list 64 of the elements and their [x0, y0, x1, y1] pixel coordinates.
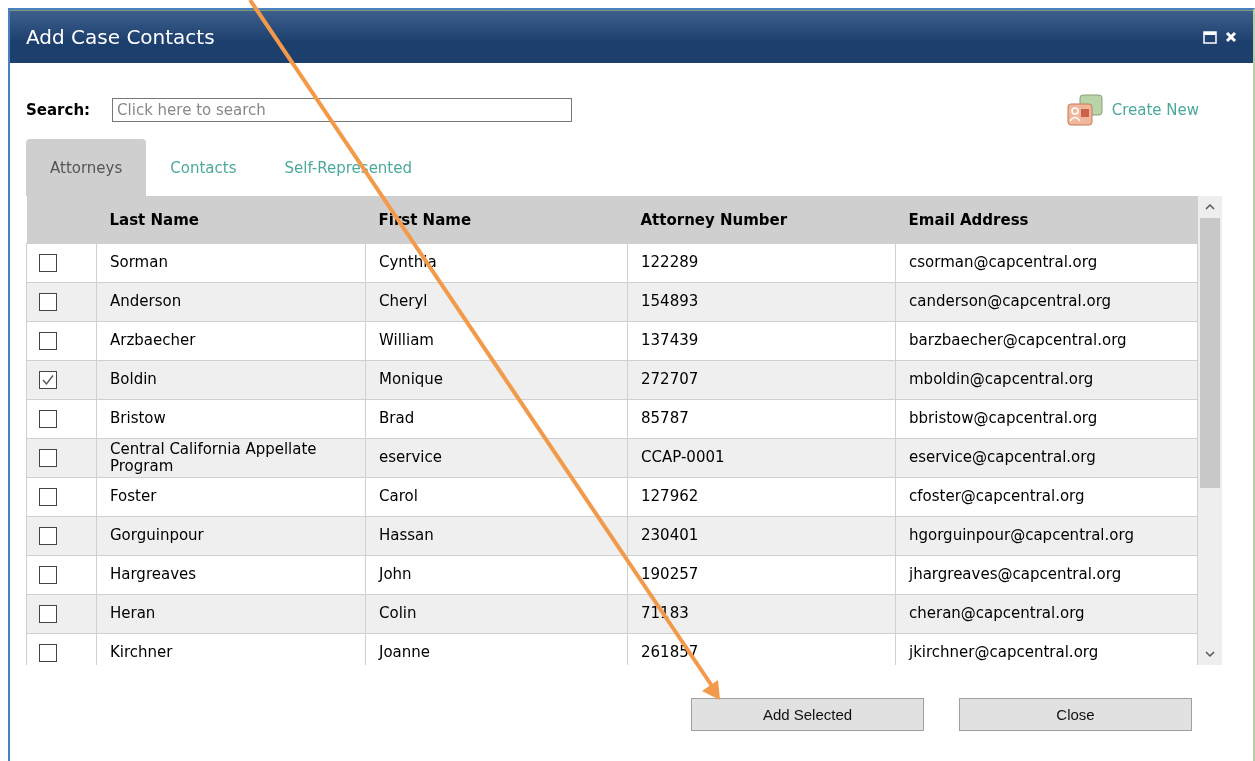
table-cell: canderson@capcentral.org [895, 282, 1198, 322]
create-new-link[interactable]: Create New [1065, 93, 1199, 127]
table-cell: jhargreaves@capcentral.org [895, 555, 1198, 595]
table-cell: Sorman [96, 243, 366, 283]
close-icon[interactable] [1225, 31, 1237, 43]
window-title: Add Case Contacts [26, 25, 216, 49]
table-cell: 85787 [627, 399, 896, 439]
table-cell: barzbaecher@capcentral.org [895, 321, 1198, 361]
checkbox[interactable] [39, 293, 57, 311]
table-cell: Boldin [96, 360, 366, 400]
maximize-icon[interactable] [1203, 30, 1217, 44]
checkbox[interactable] [39, 254, 57, 272]
tab[interactable]: Attorneys [26, 139, 147, 196]
table-cell: Heran [96, 594, 366, 634]
checkbox[interactable] [39, 527, 57, 545]
table-cell: Carol [365, 477, 628, 517]
table-cell: Gorguinpour [96, 516, 366, 556]
scrollbar[interactable] [1198, 196, 1222, 665]
table-cell: Hassan [365, 516, 628, 556]
table-cell: csorman@capcentral.org [895, 243, 1198, 283]
checkbox[interactable] [39, 371, 57, 389]
checkbox[interactable] [39, 488, 57, 506]
checkbox[interactable] [39, 605, 57, 623]
checkbox[interactable] [39, 449, 57, 467]
contact-card-icon [1065, 93, 1104, 127]
table-cell: 272707 [627, 360, 896, 400]
dialog-button[interactable]: Close [959, 698, 1192, 731]
table-cell: Foster [96, 477, 366, 517]
checkbox[interactable] [39, 644, 57, 662]
table-cell: Hargreaves [96, 555, 366, 595]
table-cell: Central California Appellate Program [96, 438, 366, 478]
checkbox[interactable] [39, 332, 57, 350]
table-cell: 230401 [627, 516, 896, 556]
table-cell: Bristow [96, 399, 366, 439]
table-cell: 154893 [627, 282, 896, 322]
table-cell: eservice@capcentral.org [895, 438, 1198, 478]
table-cell: eservice [365, 438, 628, 478]
column-header: Attorney Number [627, 196, 896, 244]
checkbox[interactable] [39, 410, 57, 428]
tab[interactable]: Contacts [146, 139, 261, 196]
table-cell: Brad [365, 399, 628, 439]
table-cell: Arzbaecher [96, 321, 366, 361]
table-cell: cheran@capcentral.org [895, 594, 1198, 634]
table-cell: Anderson [96, 282, 366, 322]
table-cell: William [365, 321, 628, 361]
table-cell: 127962 [627, 477, 896, 517]
table-cell: bbristow@capcentral.org [895, 399, 1198, 439]
table-cell: 190257 [627, 555, 896, 595]
table-cell: Cheryl [365, 282, 628, 322]
table-cell: John [365, 555, 628, 595]
table-cell: Monique [365, 360, 628, 400]
checkbox[interactable] [39, 566, 57, 584]
table-cell: CCAP-0001 [627, 438, 896, 478]
search-field[interactable]: Click here to search [112, 98, 573, 122]
column-header: Email Address [895, 196, 1198, 244]
table-cell: 137439 [627, 321, 896, 361]
table-cell: mboldin@capcentral.org [895, 360, 1198, 400]
table-cell: hgorguinpour@capcentral.org [895, 516, 1198, 556]
table-cell: cfoster@capcentral.org [895, 477, 1198, 517]
table-cell: Colin [365, 594, 628, 634]
column-header: Last Name [96, 196, 366, 244]
dialog-button[interactable]: Add Selected [691, 698, 924, 731]
search-label: Search: [26, 101, 91, 119]
table-cell: 122289 [627, 243, 896, 283]
